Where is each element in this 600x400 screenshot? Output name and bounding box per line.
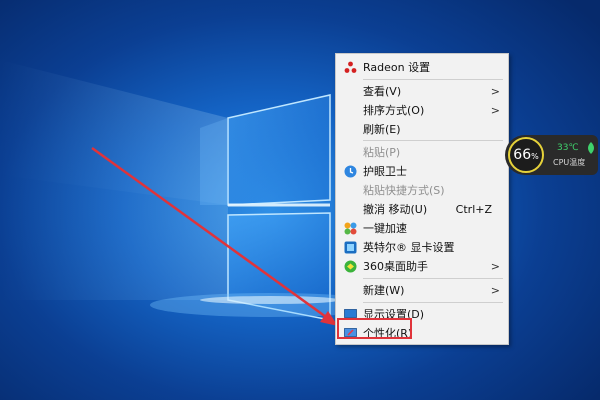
menu-item-label: 粘贴快捷方式(S) xyxy=(363,184,445,197)
eye-care-icon xyxy=(344,165,357,178)
cpu-usage-value: 66 xyxy=(513,147,532,163)
menu-item-label: 英特尔® 显卡设置 xyxy=(363,241,455,254)
cpu-usage-unit: % xyxy=(531,152,539,161)
menu-item-paste-shortcut[interactable]: 粘贴快捷方式(S) xyxy=(336,181,508,200)
chevron-right-icon: > xyxy=(490,260,500,273)
cpu-temperature-value: 33℃ xyxy=(557,143,579,153)
menu-item-label: 排序方式(O) xyxy=(363,104,425,117)
menu-item-radeon-settings[interactable]: Radeon 设置 xyxy=(336,58,508,77)
menu-item-label: 新建(W) xyxy=(363,284,405,297)
menu-item-eye-care[interactable]: 护眼卫士 xyxy=(336,162,508,181)
chevron-right-icon: > xyxy=(490,85,500,98)
menu-item-label: Radeon 设置 xyxy=(363,61,431,74)
menu-item-paste[interactable]: 粘贴(P) xyxy=(336,143,508,162)
menu-item-label: 撤消 移动(U) xyxy=(363,203,428,216)
radeon-icon xyxy=(344,61,357,73)
cpu-temperature-label: CPU温度 xyxy=(553,158,586,167)
menu-item-label: 粘贴(P) xyxy=(363,146,401,159)
360-desktop-icon xyxy=(344,260,357,273)
menu-separator xyxy=(363,302,503,303)
chevron-right-icon: > xyxy=(490,104,500,117)
intel-graphics-icon xyxy=(344,241,357,254)
menu-separator xyxy=(363,79,503,80)
menu-item-label: 护眼卫士 xyxy=(363,165,407,178)
chevron-right-icon: > xyxy=(490,284,500,297)
speedup-icon xyxy=(344,222,357,235)
desktop[interactable] xyxy=(0,0,600,400)
menu-item-view[interactable]: 查看(V) > xyxy=(336,82,508,101)
highlight-box xyxy=(337,318,412,339)
cpu-temperature-widget[interactable]: 66% 33℃ CPU温度 xyxy=(505,135,598,175)
menu-separator xyxy=(363,278,503,279)
menu-item-sort-by[interactable]: 排序方式(O) > xyxy=(336,101,508,120)
menu-item-label: 一键加速 xyxy=(363,222,407,235)
menu-item-label: 刷新(E) xyxy=(363,123,401,136)
cpu-usage-ring: 66% xyxy=(508,137,544,173)
annotation-arrow xyxy=(91,146,338,326)
menu-item-refresh[interactable]: 刷新(E) xyxy=(336,120,508,139)
desktop-context-menu: Radeon 设置 查看(V) > 排序方式(O) > 刷新(E) 粘贴(P) … xyxy=(335,53,509,345)
menu-separator xyxy=(363,140,503,141)
menu-item-360-desktop-assistant[interactable]: 360桌面助手 > xyxy=(336,257,508,276)
menu-item-one-click-speedup[interactable]: 一键加速 xyxy=(336,219,508,238)
menu-item-new[interactable]: 新建(W) > xyxy=(336,281,508,300)
menu-item-label: 360桌面助手 xyxy=(363,260,428,273)
leaf-icon xyxy=(588,142,594,154)
menu-item-intel-graphics[interactable]: 英特尔® 显卡设置 xyxy=(336,238,508,257)
menu-item-shortcut: Ctrl+Z xyxy=(455,203,492,216)
menu-item-undo-move[interactable]: 撤消 移动(U) Ctrl+Z xyxy=(336,200,508,219)
menu-item-label: 查看(V) xyxy=(363,85,402,98)
